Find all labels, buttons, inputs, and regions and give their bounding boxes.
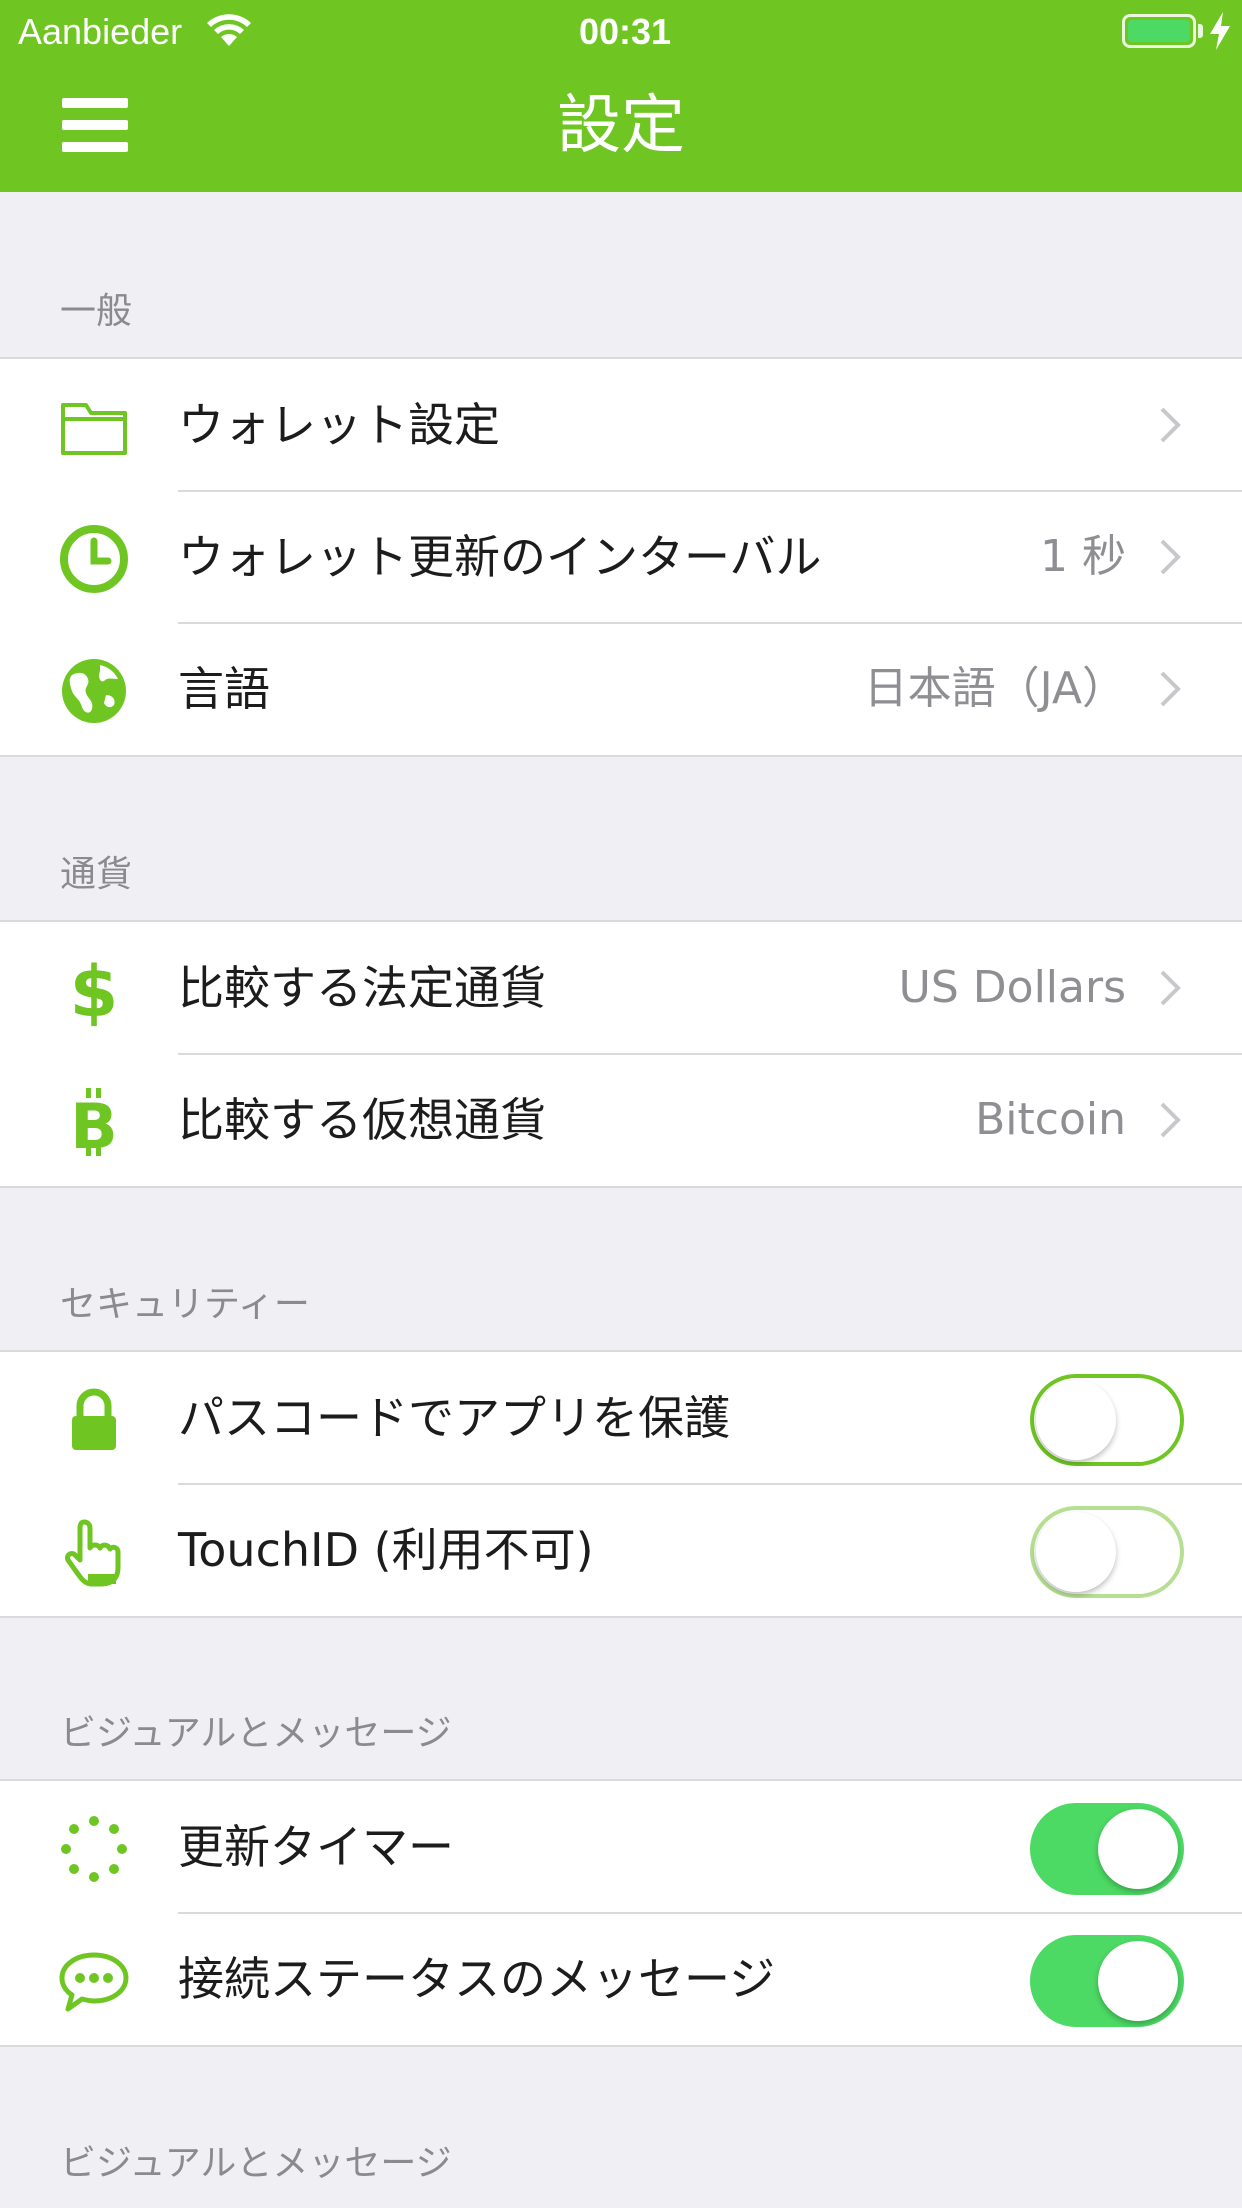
chevron-right-icon: [1160, 1102, 1181, 1138]
setting-row-refresh-interval[interactable]: ウォレット更新のインターバル 1 秒: [0, 490, 1242, 623]
page-title: 設定: [557, 89, 685, 163]
svg-text:B: B: [70, 1090, 117, 1158]
settings-group-general: ウォレット設定 ウォレット更新のインターバル 1 秒 言語 日本語（JA）: [0, 357, 1242, 757]
connection-status-toggle[interactable]: [1030, 1935, 1184, 2027]
spinner-icon: [61, 1816, 127, 1882]
chevron-right-icon: [1160, 539, 1181, 575]
setting-label: パスコードでアプリを保護: [178, 1391, 730, 1445]
section-label-security: セキュリティー: [60, 1284, 310, 1325]
setting-label: 更新タイマー: [178, 1820, 454, 1874]
settings-group-currency: $ 比較する法定通貨 US Dollars B 比較する仮想通貨 Bitcoin: [0, 920, 1242, 1188]
setting-label: 比較する仮想通貨: [178, 1093, 546, 1147]
section-label-visual: ビジュアルとメッセージ: [60, 1713, 452, 1754]
chevron-right-icon: [1160, 671, 1181, 707]
section-label-currency: 通貨: [60, 854, 133, 895]
lock-icon: [72, 1388, 116, 1450]
refresh-timer-toggle[interactable]: [1030, 1803, 1184, 1895]
chevron-right-icon: [1160, 970, 1181, 1006]
toggle-knob: [1036, 1512, 1116, 1592]
setting-label: 言語: [178, 662, 270, 716]
status-time: 00:31: [578, 11, 672, 52]
setting-row-touchid[interactable]: TouchID (利用不可): [0, 1483, 1242, 1616]
settings-group-visual: 更新タイマー 接続ステータスのメッセージ: [0, 1779, 1242, 2047]
setting-row-refresh-timer[interactable]: 更新タイマー: [0, 1781, 1242, 1913]
setting-label: TouchID (利用不可): [178, 1523, 594, 1577]
svg-text:$: $: [70, 954, 119, 1026]
setting-value: 日本語（JA）: [863, 663, 1126, 714]
setting-row-language[interactable]: 言語 日本語（JA）: [0, 622, 1242, 755]
setting-row-fiat-currency[interactable]: $ 比較する法定通貨 US Dollars: [0, 922, 1242, 1054]
setting-label: ウォレット更新のインターバル: [178, 530, 822, 584]
nav-header: Aanbieder 00:31 設定: [0, 0, 1242, 192]
setting-row-passcode[interactable]: パスコードでアプリを保護: [0, 1352, 1242, 1484]
passcode-toggle[interactable]: [1030, 1374, 1184, 1466]
toggle-knob: [1036, 1380, 1116, 1460]
setting-label: ウォレット設定: [178, 398, 500, 452]
bitcoin-icon: B: [70, 1088, 118, 1158]
section-label-visual-repeat: ビジュアルとメッセージ: [60, 2143, 452, 2184]
clock-icon: [60, 525, 128, 593]
battery-icon: [1122, 14, 1196, 48]
status-bar: Aanbieder 00:31: [0, 0, 1242, 64]
setting-row-crypto-currency[interactable]: B 比較する仮想通貨 Bitcoin: [0, 1053, 1242, 1186]
setting-row-connection-status[interactable]: 接続ステータスのメッセージ: [0, 1912, 1242, 2045]
battery-nub: [1198, 24, 1203, 38]
hand-pointer-icon: [65, 1519, 121, 1587]
touchid-toggle[interactable]: [1030, 1506, 1184, 1598]
toggle-knob: [1098, 1809, 1178, 1889]
setting-value: 1 秒: [1040, 531, 1126, 582]
dollar-icon: $: [70, 954, 119, 1026]
setting-value: US Dollars: [898, 962, 1126, 1013]
setting-label: 比較する法定通貨: [178, 961, 546, 1015]
setting-value: Bitcoin: [975, 1094, 1126, 1145]
section-label-general: 一般: [60, 291, 133, 332]
globe-icon: [62, 659, 126, 723]
setting-label: 接続ステータスのメッセージ: [178, 1952, 776, 2006]
toggle-knob: [1098, 1941, 1178, 2021]
chevron-right-icon: [1160, 407, 1181, 443]
settings-screen: Aanbieder 00:31 設定 一般 ウォレット設定 ウォレット更新のイン…: [0, 0, 1242, 2208]
charging-bolt-icon: [1210, 12, 1230, 50]
settings-group-security: パスコードでアプリを保護 TouchID (利用不可): [0, 1350, 1242, 1618]
folder-icon: [61, 403, 127, 455]
setting-row-wallet-settings[interactable]: ウォレット設定: [0, 359, 1242, 491]
chat-bubble-icon: [59, 1952, 129, 2012]
